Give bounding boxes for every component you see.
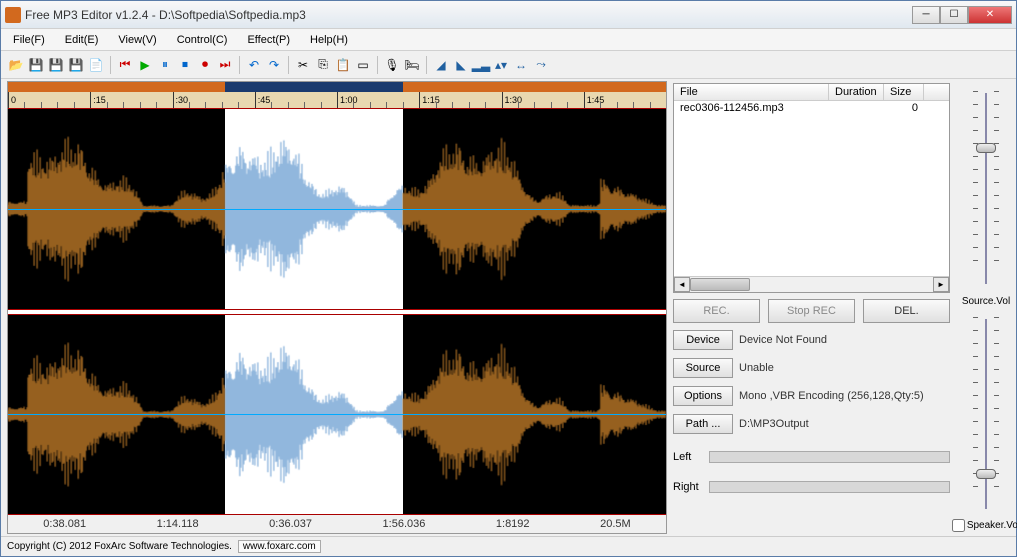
- device-value: Device Not Found: [739, 334, 827, 346]
- wave-track-left[interactable]: [8, 108, 666, 310]
- speaker-vol-check[interactable]: Speaker.Vol: [952, 519, 1017, 532]
- menubar: File(F) Edit(E) View(V) Control(C) Effec…: [1, 29, 1016, 51]
- speaker-vol-checkbox[interactable]: [952, 519, 965, 532]
- crop-icon[interactable]: ▭: [354, 56, 372, 74]
- status-pos: 0:38.081: [35, 518, 94, 530]
- reverse-icon[interactable]: ↔: [512, 56, 530, 74]
- app-icon: [5, 7, 21, 23]
- status-total: 1:56.036: [375, 518, 434, 530]
- menu-edit[interactable]: Edit(E): [55, 31, 109, 49]
- menu-effect[interactable]: Effect(P): [237, 31, 300, 49]
- stop-rec-button[interactable]: Stop REC: [768, 299, 855, 323]
- overview-selection[interactable]: [225, 82, 403, 92]
- col-duration[interactable]: Duration: [829, 84, 884, 100]
- record-icon[interactable]: ⏺: [196, 56, 214, 74]
- menu-control[interactable]: Control(C): [167, 31, 238, 49]
- status-size: 20.5M: [592, 518, 639, 530]
- copy-icon[interactable]: ⎘: [314, 56, 332, 74]
- meter-left: [709, 451, 950, 463]
- side-panel: File Duration Size rec0306-112456.mp3 0 …: [667, 79, 956, 536]
- silence-icon[interactable]: ⤳: [532, 56, 550, 74]
- undo-icon[interactable]: ↶: [245, 56, 263, 74]
- fade-in-icon[interactable]: ◢: [432, 56, 450, 74]
- list-h-scrollbar[interactable]: ◄ ►: [674, 276, 949, 292]
- save-as-icon[interactable]: 💾: [47, 56, 65, 74]
- source-button[interactable]: Source: [673, 358, 733, 378]
- maximize-button[interactable]: ☐: [940, 6, 968, 24]
- waveform-panel: 0:15:30:451:001:151:301:45 0:38.081 1:14…: [7, 81, 667, 534]
- status-bar: 0:38.081 1:14.118 0:36.037 1:56.036 1:81…: [8, 515, 666, 533]
- menu-help[interactable]: Help(H): [300, 31, 358, 49]
- first-icon[interactable]: ⏮: [116, 56, 134, 74]
- record-device-icon[interactable]: 🎙: [383, 56, 401, 74]
- titlebar: Free MP3 Editor v1.2.4 - D:\Softpedia\So…: [1, 1, 1016, 29]
- meter-left-label: Left: [673, 451, 703, 463]
- scroll-right-icon[interactable]: ►: [933, 277, 949, 292]
- window-title: Free MP3 Editor v1.2.4 - D:\Softpedia\So…: [25, 8, 912, 22]
- play-icon[interactable]: ▶: [136, 56, 154, 74]
- col-file[interactable]: File: [674, 84, 829, 100]
- col-size[interactable]: Size: [884, 84, 924, 100]
- footer: Copyright (C) 2012 FoxArc Software Techn…: [1, 536, 1016, 556]
- path-value: D:\MP3Output: [739, 418, 809, 430]
- path-button[interactable]: Path ...: [673, 414, 733, 434]
- toolbar: 📂 💾 💾 💾 📄 ⏮ ▶ ⏸ ⏹ ⏺ ⏭ ↶ ↷ ✂ ⎘ 📋 ▭ 🎙 🛏 ◢ …: [1, 51, 1016, 79]
- redo-icon[interactable]: ↷: [265, 56, 283, 74]
- last-icon[interactable]: ⏭: [216, 56, 234, 74]
- scroll-left-icon[interactable]: ◄: [674, 277, 690, 292]
- open-icon[interactable]: 📂: [7, 56, 25, 74]
- paste-icon[interactable]: 📋: [334, 56, 352, 74]
- file-list: File Duration Size rec0306-112456.mp3 0 …: [673, 83, 950, 293]
- volume-panel: Source.Vol Speaker.Vol: [956, 79, 1016, 536]
- source-vol-slider[interactable]: [971, 83, 1001, 294]
- list-header: File Duration Size: [674, 84, 949, 101]
- minimize-button[interactable]: ─: [912, 6, 940, 24]
- menu-view[interactable]: View(V): [108, 31, 166, 49]
- source-vol-label: Source.Vol: [962, 294, 1010, 309]
- fade-out-icon[interactable]: ◣: [452, 56, 470, 74]
- save-icon[interactable]: 💾: [27, 56, 45, 74]
- stop-icon[interactable]: ⏹: [176, 56, 194, 74]
- wave-track-right[interactable]: [8, 314, 666, 516]
- meter-right-label: Right: [673, 481, 703, 493]
- amplify-icon[interactable]: ▴▾: [492, 56, 510, 74]
- status-sel-len: 0:36.037: [261, 518, 320, 530]
- source-value: Unable: [739, 362, 774, 374]
- list-row[interactable]: rec0306-112456.mp3 0: [674, 101, 949, 115]
- save-selection-icon[interactable]: 💾: [67, 56, 85, 74]
- status-format: 1:8192: [488, 518, 538, 530]
- app-window: Free MP3 Editor v1.2.4 - D:\Softpedia\So…: [0, 0, 1017, 557]
- del-button[interactable]: DEL.: [863, 299, 950, 323]
- options-value: Mono ,VBR Encoding (256,128,Qty:5): [739, 390, 924, 402]
- cut-icon[interactable]: ✂: [294, 56, 312, 74]
- meter-right: [709, 481, 950, 493]
- copyright: Copyright (C) 2012 FoxArc Software Techn…: [7, 541, 232, 552]
- device-button[interactable]: Device: [673, 330, 733, 350]
- rec-button[interactable]: REC.: [673, 299, 760, 323]
- scroll-thumb[interactable]: [690, 278, 750, 291]
- normalize-icon[interactable]: ▂▃: [472, 56, 490, 74]
- overview-bar[interactable]: [8, 82, 666, 92]
- pause-icon[interactable]: ⏸: [156, 56, 174, 74]
- website-link[interactable]: www.foxarc.com: [238, 540, 321, 553]
- close-button[interactable]: ✕: [968, 6, 1012, 24]
- options-button[interactable]: Options: [673, 386, 733, 406]
- time-ruler[interactable]: 0:15:30:451:001:151:301:45: [8, 92, 666, 108]
- device-settings-icon[interactable]: 🛏: [403, 56, 421, 74]
- export-icon[interactable]: 📄: [87, 56, 105, 74]
- speaker-vol-slider[interactable]: [971, 309, 1001, 520]
- status-sel-start: 1:14.118: [149, 518, 207, 530]
- menu-file[interactable]: File(F): [3, 31, 55, 49]
